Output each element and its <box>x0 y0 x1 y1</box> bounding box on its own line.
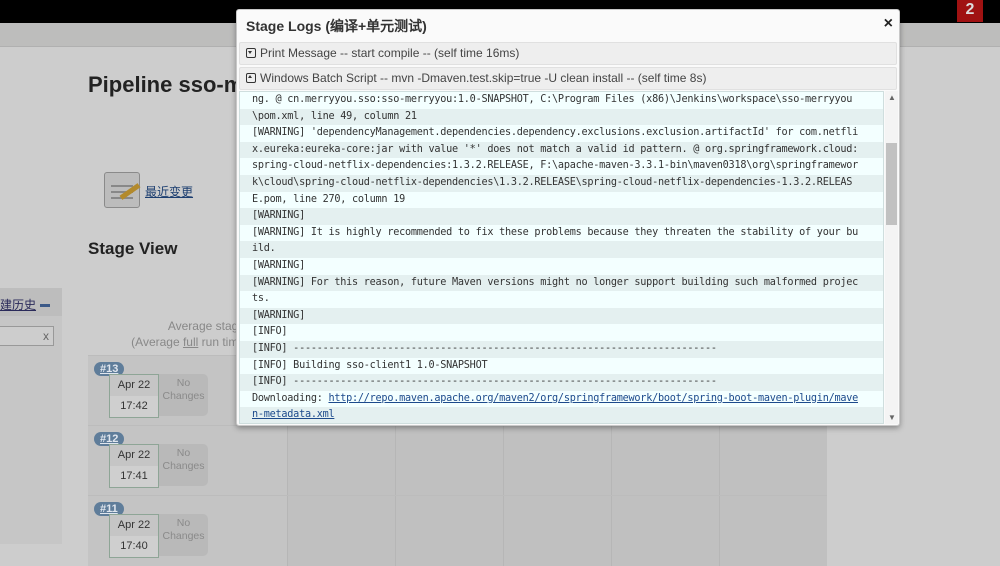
changes-badge[interactable]: No Changes <box>159 444 208 486</box>
log-line: [INFO] Building sso-client1 1.0-SNAPSHOT <box>240 358 883 375</box>
expand-icon[interactable] <box>246 48 256 58</box>
stage-cell[interactable] <box>395 426 503 496</box>
avg-prefix: (Average <box>131 335 183 349</box>
average-stage-times: Average stage (Average full run time <box>115 318 245 350</box>
time: 17:42 <box>110 396 158 417</box>
log-line: [WARNING] <box>240 308 883 325</box>
stage-cell[interactable] <box>287 426 395 496</box>
notification-badge[interactable]: 2 <box>957 0 983 22</box>
log-line: n-metadata.xml <box>240 407 883 424</box>
log-line: ts. <box>240 291 883 308</box>
stage-cell[interactable] <box>503 496 611 566</box>
date: Apr 22 <box>110 515 158 536</box>
log-line: ng. @ cn.merryyou.sso:sso-merryyou:1.0-S… <box>240 92 883 109</box>
scroll-up-icon[interactable]: ▲ <box>888 93 896 102</box>
notepad-icon <box>104 172 140 208</box>
build-history-label[interactable]: 建历史 <box>0 298 36 312</box>
run-summary: #11Apr 2217:40No Changes <box>88 496 287 566</box>
run-date: Apr 2217:41 <box>109 444 159 488</box>
build-search-input[interactable]: x <box>0 326 54 346</box>
minimize-icon[interactable] <box>40 304 50 307</box>
download-link[interactable]: n-metadata.xml <box>252 409 334 420</box>
scroll-down-icon[interactable]: ▼ <box>888 413 896 422</box>
stage-cell[interactable] <box>611 496 719 566</box>
date: Apr 22 <box>110 445 158 466</box>
log-line: ild. <box>240 241 883 258</box>
dialog-title: Stage Logs (编译+单元测试) <box>246 16 427 36</box>
build-history-header[interactable]: 建历史 <box>0 288 62 316</box>
recent-changes-link[interactable]: 最近变更 <box>145 183 193 200</box>
log-output[interactable]: ng. @ cn.merryyou.sso:sso-merryyou:1.0-S… <box>239 91 884 424</box>
log-line: \pom.xml, line 49, column 21 <box>240 109 883 126</box>
log-line: Downloading: http://repo.maven.apache.or… <box>240 391 883 408</box>
stage-cell[interactable] <box>719 426 827 496</box>
stage-cell[interactable] <box>611 426 719 496</box>
log-line: [WARNING] <box>240 258 883 275</box>
clear-search-icon[interactable]: x <box>43 329 49 343</box>
log-line: [INFO] ---------------------------------… <box>240 341 883 358</box>
run-date: Apr 2217:42 <box>109 374 159 418</box>
stage-cell[interactable] <box>503 426 611 496</box>
date: Apr 22 <box>110 375 158 396</box>
stage-cell[interactable] <box>719 496 827 566</box>
build-row: #12Apr 2217:41No Changes <box>88 425 827 495</box>
log-line: [INFO] ---------------------------------… <box>240 374 883 391</box>
log-line: k\cloud\spring-cloud-netflix-dependencie… <box>240 175 883 192</box>
download-link[interactable]: http://repo.maven.apache.org/maven2/org/… <box>328 393 858 404</box>
scrollbar-thumb[interactable] <box>886 143 897 225</box>
log-line: [WARNING] For this reason, future Maven … <box>240 275 883 292</box>
download-prefix: Downloading: <box>252 393 328 404</box>
log-scrollbar[interactable]: ▲ ▼ <box>885 91 898 424</box>
run-summary: #12Apr 2217:41No Changes <box>88 426 287 496</box>
avg-full: full <box>183 335 198 349</box>
changes-badge[interactable]: No Changes <box>159 514 208 556</box>
log-line: [WARNING] It is highly recommended to fi… <box>240 225 883 242</box>
log-line: [WARNING] 'dependencyManagement.dependen… <box>240 125 883 142</box>
step-label: Windows Batch Script -- mvn -Dmaven.test… <box>260 71 706 85</box>
time: 17:41 <box>110 466 158 487</box>
step-print-message[interactable]: Print Message -- start compile -- (self … <box>239 42 897 65</box>
stage-cell[interactable] <box>287 496 395 566</box>
run-date: Apr 2217:40 <box>109 514 159 558</box>
build-row: #11Apr 2217:40No Changes <box>88 495 827 565</box>
stage-cell[interactable] <box>395 496 503 566</box>
step-windows-batch[interactable]: Windows Batch Script -- mvn -Dmaven.test… <box>239 67 897 90</box>
build-history-panel: 建历史 x <box>0 288 62 544</box>
step-label: Print Message -- start compile -- (self … <box>260 46 519 60</box>
log-line: [INFO] <box>240 324 883 341</box>
log-line: [WARNING] <box>240 208 883 225</box>
avg-line1: Average stage <box>115 318 245 334</box>
close-icon[interactable]: × <box>884 15 893 33</box>
changes-badge[interactable]: No Changes <box>159 374 208 416</box>
collapse-icon[interactable] <box>246 73 256 83</box>
log-line: E.pom, line 270, column 19 <box>240 192 883 209</box>
time: 17:40 <box>110 536 158 557</box>
stage-logs-dialog: Stage Logs (编译+单元测试) × Print Message -- … <box>236 9 900 426</box>
stage-view-heading: Stage View <box>88 239 177 259</box>
avg-line2: (Average full run time <box>115 334 245 350</box>
log-line: spring-cloud-netflix-dependencies:1.3.2.… <box>240 158 883 175</box>
log-line: x.eureka:eureka-core:jar with value '*' … <box>240 142 883 159</box>
